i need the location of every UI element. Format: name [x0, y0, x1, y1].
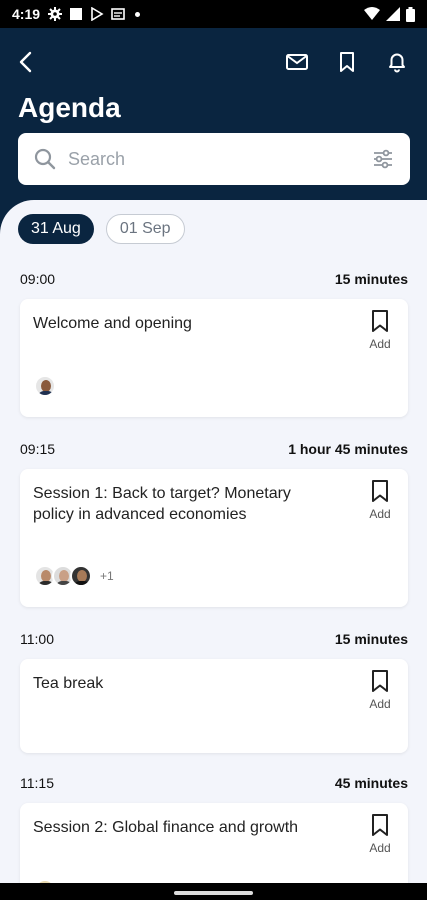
notification-square-icon [70, 8, 83, 20]
add-bookmark-button[interactable]: Add [368, 813, 392, 855]
agenda-slot: 09:00 15 minutes Welcome and opening Add [20, 271, 408, 417]
more-speakers-count: +1 [100, 569, 114, 583]
search-placeholder: Search [68, 148, 126, 169]
settings-gear-icon [48, 7, 63, 21]
session-title: Welcome and opening [33, 315, 192, 332]
status-time: 4:19 [12, 6, 41, 22]
bookmark-icon[interactable] [335, 50, 359, 74]
session-title: Session 2: Global finance and growth [33, 819, 299, 836]
session-start-time: 09:00 [20, 271, 56, 287]
agenda-slot: 11:15 45 minutes Session 2: Global finan… [20, 775, 408, 883]
play-store-icon [91, 7, 104, 21]
date-tabs: 31 Aug 01 Sep [18, 214, 185, 244]
date-chip-31-aug[interactable]: 31 Aug [18, 214, 94, 244]
back-arrow-icon[interactable] [14, 50, 38, 74]
status-bar: 4:19 [0, 0, 427, 28]
session-start-time: 09:15 [20, 441, 56, 457]
agenda-content: 31 Aug 01 Sep 09:00 15 minutes Welcome a… [0, 200, 427, 883]
search-input[interactable]: Search [18, 133, 410, 185]
agenda-slot: 09:15 1 hour 45 minutes Session 1: Back … [20, 441, 408, 607]
session-duration: 15 minutes [334, 271, 408, 287]
search-icon [34, 148, 56, 170]
app-header: Agenda Search [0, 28, 427, 208]
home-gesture-handle[interactable] [174, 891, 253, 895]
more-notifications-dot-icon [135, 11, 141, 17]
wifi-icon [364, 7, 380, 20]
mail-icon[interactable] [285, 50, 309, 74]
session-duration: 45 minutes [334, 775, 408, 791]
bookmark-outline-icon [372, 814, 388, 836]
session-duration: 15 minutes [334, 631, 408, 647]
bookmark-label: Add [369, 337, 391, 351]
agenda-slot: 11:00 15 minutes Tea break Add [20, 631, 408, 753]
bookmark-label: Add [369, 697, 391, 711]
speaker-avatars [34, 375, 56, 397]
battery-icon [406, 6, 415, 22]
session-title: Session 1: Back to target? Monetary poli… [33, 485, 291, 523]
cell-signal-icon [386, 7, 400, 21]
session-start-time: 11:15 [20, 775, 54, 791]
add-bookmark-button[interactable]: Add [368, 479, 392, 521]
page-title: Agenda [18, 92, 121, 123]
notification-bell-icon[interactable] [385, 50, 409, 74]
session-card[interactable]: Session 1: Back to target? Monetary poli… [20, 469, 408, 607]
bookmark-outline-icon [372, 670, 388, 692]
bookmark-outline-icon [372, 310, 388, 332]
speaker-avatars: +1 [34, 565, 114, 587]
bookmark-outline-icon [372, 480, 388, 502]
session-start-time: 11:00 [20, 631, 54, 647]
filter-sliders-icon[interactable] [372, 148, 394, 170]
add-bookmark-button[interactable]: Add [368, 309, 392, 351]
avatar[interactable] [70, 565, 92, 587]
session-card[interactable]: Session 2: Global finance and growth Add [20, 803, 408, 883]
avatar[interactable] [34, 375, 56, 397]
session-duration: 1 hour 45 minutes [288, 441, 408, 457]
session-card[interactable]: Tea break Add [20, 659, 408, 753]
session-card[interactable]: Welcome and opening Add [20, 299, 408, 417]
bookmark-label: Add [369, 841, 391, 855]
bookmark-label: Add [369, 507, 391, 521]
calendar-notification-icon [111, 8, 125, 20]
system-navigation-bar [0, 883, 427, 900]
add-bookmark-button[interactable]: Add [368, 669, 392, 711]
session-title: Tea break [33, 675, 104, 692]
date-chip-01-sep[interactable]: 01 Sep [105, 214, 185, 244]
